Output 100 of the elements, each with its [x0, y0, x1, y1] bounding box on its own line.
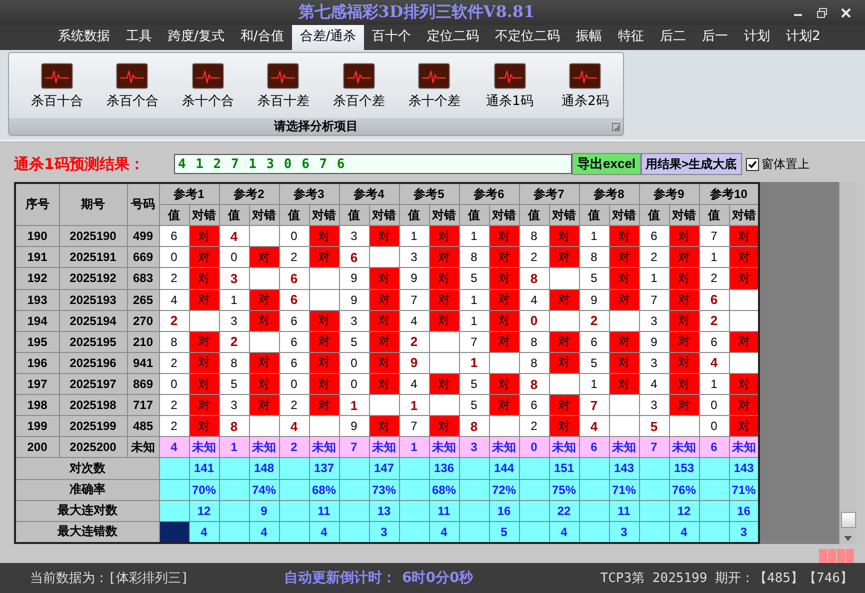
result-cell: 对: [489, 226, 519, 247]
result-cell: 对: [189, 246, 219, 268]
menu-tab[interactable]: 合差/通杀: [292, 23, 364, 50]
analysis-button[interactable]: 通杀1码: [472, 63, 548, 118]
result-cell: 对: [429, 268, 459, 290]
value-cell: 8: [219, 416, 249, 437]
export-button[interactable]: 导出excel: [572, 153, 641, 175]
latest-draw-text: TCP3第 2025199 期开：【485】【746】: [600, 570, 853, 587]
table-cell: 198: [15, 394, 59, 416]
analysis-button[interactable]: 杀百十合: [19, 63, 94, 118]
stat-cell: 11: [609, 500, 639, 522]
menu-tab[interactable]: 后二: [652, 23, 694, 50]
column-header: 参考7: [519, 183, 579, 205]
value-cell: 4: [279, 416, 309, 437]
value-cell: 8: [159, 331, 189, 352]
value-cell: 9: [399, 268, 429, 290]
menu-tab[interactable]: 特征: [610, 23, 652, 50]
value-cell: 6: [579, 331, 609, 352]
generate-button[interactable]: 用结果>生成大底: [640, 153, 742, 175]
value-cell: 5: [339, 331, 369, 352]
scrollbar[interactable]: [839, 182, 857, 544]
result-cell: 对: [189, 416, 219, 437]
analysis-button[interactable]: 杀十个差: [396, 63, 472, 118]
value-cell: 6: [159, 226, 189, 247]
analysis-button[interactable]: 杀百个差: [321, 63, 396, 118]
selected-cell[interactable]: [159, 521, 189, 543]
column-header: 值: [159, 204, 189, 226]
value-cell: 6: [579, 436, 609, 458]
result-cell: 对: [429, 373, 459, 395]
stat-cell: 71%: [609, 479, 639, 500]
result-cell: 对: [489, 268, 519, 290]
result-cell: 对: [609, 226, 639, 247]
table-cell: 2025200: [59, 436, 127, 458]
value-cell: 3: [339, 226, 369, 247]
menu-tab[interactable]: 后一: [694, 23, 736, 50]
result-cell: 对: [489, 394, 519, 416]
value-cell: 8: [519, 352, 549, 374]
value-cell: 7: [699, 226, 729, 247]
table-cell: 2025192: [59, 268, 127, 290]
menu-tab[interactable]: 工具: [118, 23, 160, 50]
menu-tab[interactable]: 定位二码: [419, 23, 488, 50]
value-cell: 4: [699, 352, 729, 374]
analysis-button[interactable]: 通杀2码: [548, 63, 623, 118]
prediction-field[interactable]: 4 1 2 7 1 3 0 6 7 6: [174, 154, 572, 174]
column-header: 值: [639, 204, 669, 226]
scroll-down-icon[interactable]: [844, 536, 852, 541]
result-cell: 对: [189, 394, 219, 416]
countdown-text: 6时0分0秒: [402, 569, 474, 587]
column-header: 对错: [729, 204, 759, 226]
value-cell: 2: [519, 246, 549, 268]
prediction-label: 通杀1码预测结果：: [14, 154, 146, 174]
column-header: 参考3: [279, 183, 339, 205]
result-cell: 对: [729, 268, 759, 290]
menu-tab[interactable]: 系统数据: [50, 23, 118, 50]
result-cell: 对: [189, 226, 219, 247]
result-cell: 对: [549, 352, 579, 374]
value-cell: 6: [519, 394, 549, 416]
menu-tab[interactable]: 计划2: [778, 23, 828, 50]
table-cell: 199: [15, 416, 59, 437]
value-cell: 1: [219, 289, 249, 310]
table-cell: 669: [127, 246, 159, 268]
analysis-button[interactable]: 杀十个合: [170, 63, 246, 118]
result-cell: 对: [609, 352, 639, 374]
menu-tab[interactable]: 和/合值: [232, 23, 292, 50]
expand-icon[interactable]: [612, 123, 620, 131]
stat-cell: 73%: [369, 479, 399, 500]
value-cell: 9: [639, 331, 669, 352]
result-cell: 未知: [609, 436, 639, 458]
result-cell: 对: [249, 310, 279, 332]
result-cell: 对: [669, 289, 699, 310]
result-cell: 对: [729, 373, 759, 395]
value-cell: 2: [699, 310, 729, 332]
value-cell: 5: [639, 416, 669, 437]
value-cell: 5: [579, 352, 609, 374]
stat-cell: 11: [429, 500, 459, 522]
restore-icon[interactable]: [817, 8, 827, 18]
menu-tab[interactable]: 百十个: [364, 23, 420, 50]
menu-tab[interactable]: 跨度/复式: [160, 23, 232, 50]
analysis-button[interactable]: 杀百个合: [94, 63, 170, 118]
result-cell: 对: [729, 246, 759, 268]
window-title: 第七感福彩3D排列三软件V8.81: [297, 2, 536, 23]
close-icon[interactable]: [841, 8, 851, 18]
stat-cell: 141: [189, 458, 219, 480]
value-cell: 9: [339, 268, 369, 290]
result-cell: 对: [549, 246, 579, 268]
value-cell: 7: [639, 289, 669, 310]
analysis-button[interactable]: 杀百十差: [246, 63, 321, 118]
stat-cell: 13: [369, 500, 399, 522]
stat-cell: 143: [729, 458, 759, 480]
result-cell: 对: [249, 394, 279, 416]
scroll-thumb[interactable]: [841, 512, 856, 528]
stat-cell: 71%: [729, 479, 759, 500]
result-cell: 对: [429, 310, 459, 332]
stat-cell: 22: [549, 500, 579, 522]
checkbox[interactable]: [746, 158, 759, 170]
column-header: 值: [579, 204, 609, 226]
menu-tab[interactable]: 不定位二码: [487, 23, 568, 50]
menu-tab[interactable]: 计划: [736, 23, 778, 50]
menu-tab[interactable]: 振幅: [568, 23, 610, 50]
value-cell: 7: [339, 436, 369, 458]
